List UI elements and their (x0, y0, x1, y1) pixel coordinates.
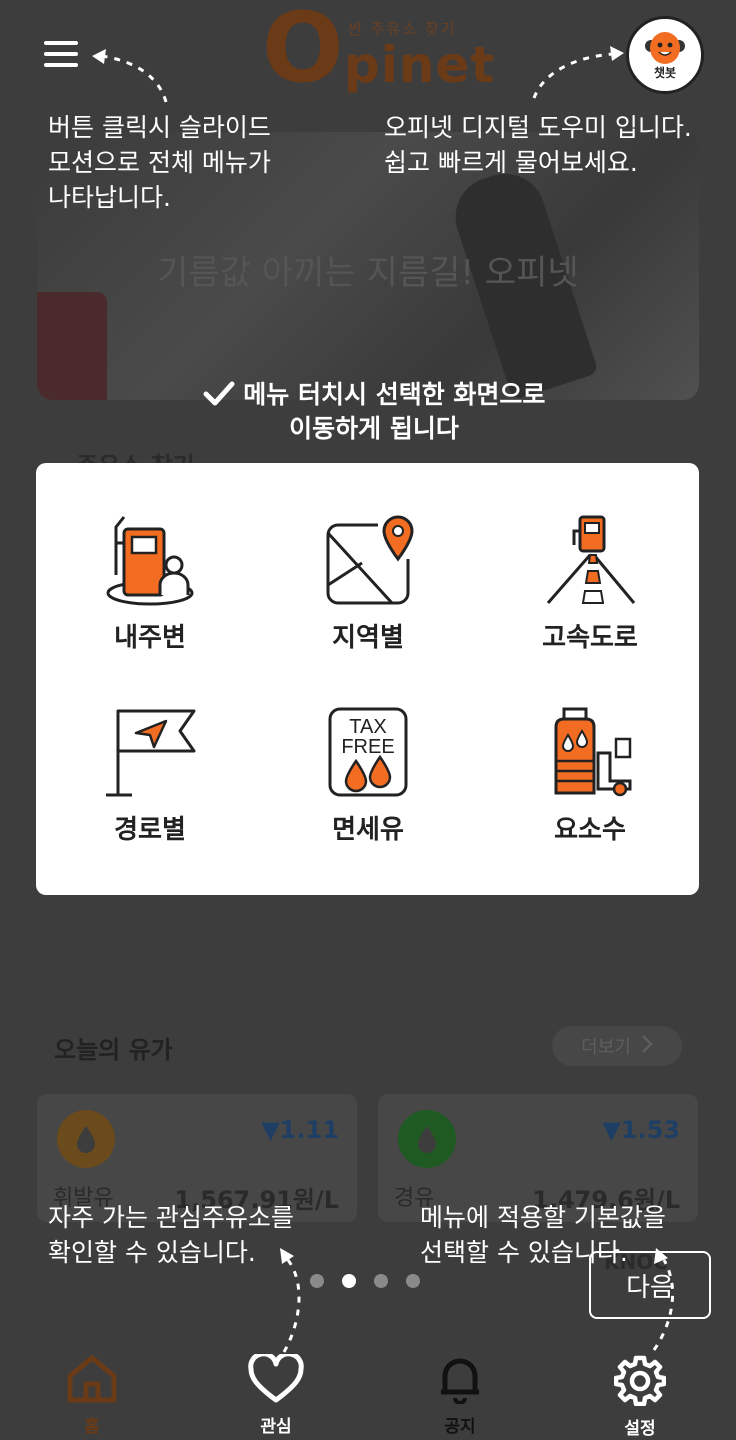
logo-text: pinet (344, 36, 496, 94)
banner-decoration (37, 292, 107, 400)
free-text: FREE (341, 736, 394, 758)
nav-settings[interactable]: 설정 (580, 1340, 700, 1440)
menu-label: 지역별 (332, 623, 404, 653)
chevron-right-icon (641, 1034, 653, 1059)
menu-item-highway[interactable]: 고속도로 (490, 513, 690, 693)
home-icon (64, 1340, 120, 1408)
menu-item-route[interactable]: 경로별 (50, 705, 250, 885)
price-change: ▼1.11 (261, 1116, 339, 1144)
page-dot (310, 1274, 324, 1288)
oil-price-title: 오늘의 유가 (54, 1036, 173, 1064)
favorite-hint-text: 자주 가는 관심주유소를 확인할 수 있습니다. (48, 1203, 294, 1267)
menu-label: 요소수 (554, 815, 626, 845)
menu-label: 면세유 (332, 815, 404, 845)
chatbot-hint-text: 오피넷 디지털 도우미 입니다. 쉽고 빠르게 물어보세요. (384, 113, 692, 177)
check-icon (203, 380, 244, 409)
chatbot-button[interactable]: 챗봇 (626, 16, 704, 94)
menu-item-region[interactable]: 지역별 (268, 513, 468, 693)
menu-label: 고속도로 (542, 623, 638, 653)
menu-touch-line1: 메뉴 터치시 선택한 화면으로 (243, 380, 546, 409)
menu-item-nearby[interactable]: 내주변 (50, 513, 250, 693)
menu-item-taxfree[interactable]: TAX FREE 면세유 (268, 705, 468, 885)
dashed-arrow-icon (92, 49, 168, 103)
bell-icon (435, 1340, 485, 1408)
chatbot-face-icon (645, 31, 685, 64)
fuel-drop-icon (57, 1110, 115, 1168)
nav-label: 설정 (624, 1419, 656, 1439)
dashed-arrow-icon (532, 46, 624, 99)
nav-label: 공지 (444, 1417, 476, 1437)
more-label: 더보기 (581, 1037, 631, 1058)
nav-home[interactable]: 홈 (32, 1340, 152, 1440)
menu-card: 내주변 지역별 고속도로 경로별 TAX FREE 면세유 요소수 (36, 463, 699, 895)
bottom-nav: 홈 관심 공지 설정 (0, 1340, 736, 1440)
nav-label: 홈 (84, 1417, 100, 1437)
page-dot (406, 1274, 420, 1288)
page-dot-active (342, 1274, 356, 1288)
logo-o: O (262, 0, 344, 104)
page-dot (374, 1274, 388, 1288)
urea-truck-icon (554, 707, 632, 797)
tax-free-icon: TAX FREE (328, 707, 408, 797)
hamburger-menu-button[interactable] (44, 40, 78, 68)
highway-icon (546, 515, 636, 604)
nav-notice[interactable]: 공지 (400, 1340, 520, 1440)
tax-text: TAX (349, 716, 386, 738)
menu-icon (44, 41, 78, 67)
menu-label: 내주변 (114, 623, 186, 653)
route-flag-icon (106, 709, 196, 797)
menu-touch-hint: 메뉴 터치시 선택한 화면으로 이동하게 됩니다 (184, 378, 564, 446)
menu-touch-line2: 이동하게 됩니다 (289, 414, 459, 443)
nav-label: 관심 (260, 1417, 292, 1437)
menu-label: 경로별 (114, 815, 186, 845)
more-button[interactable]: 더보기 (552, 1026, 682, 1066)
banner-text: 기름값 아끼는 지름길! 오피넷 (157, 253, 579, 293)
menu-item-urea[interactable]: 요소수 (490, 705, 690, 885)
map-pin-icon (326, 515, 414, 605)
chatbot-label: 챗봇 (653, 65, 677, 80)
next-button[interactable]: 다음 (589, 1251, 711, 1319)
fuel-drop-icon (398, 1110, 456, 1168)
price-change: ▼1.53 (602, 1116, 680, 1144)
dashed-arrow-icon (280, 1248, 301, 1353)
menu-hint-text: 버튼 클릭시 슬라이드 모션으로 전체 메뉴가 나타납니다. (48, 113, 271, 212)
page-indicator (310, 1274, 430, 1294)
gas-station-nearby-icon (106, 516, 194, 606)
